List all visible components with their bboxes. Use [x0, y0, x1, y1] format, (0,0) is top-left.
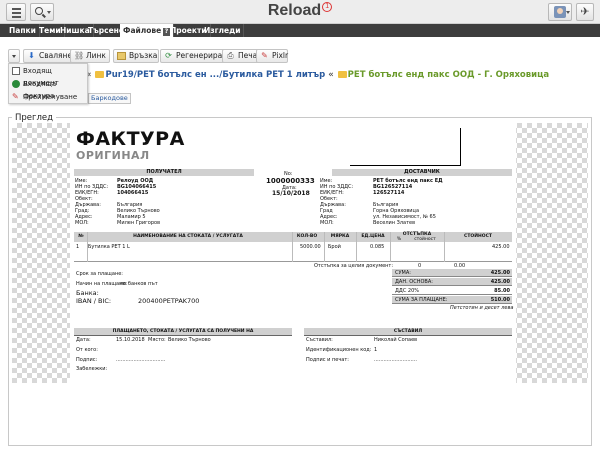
- summary-row: СУМА: 425.00: [392, 269, 512, 277]
- amount-in-words: Петстотин и десет лева: [450, 305, 514, 311]
- user-avatar-button[interactable]: [548, 3, 572, 21]
- pencil-icon: ✎: [12, 92, 19, 101]
- pixlr-button[interactable]: ✎ Pixlr: [256, 49, 288, 63]
- chevron-down-icon: [12, 55, 16, 58]
- summary-row: ДАН. ОСНОВА: 425.00: [392, 278, 512, 286]
- document-icon: [12, 67, 20, 75]
- chevron-down-icon: [566, 11, 570, 14]
- refresh-icon: ⟳: [165, 51, 172, 60]
- receipt-header: ПЛАЩАНЕТО, СТОКАТА / УСЛУГАТА СА ПОЛУЧЕН…: [74, 328, 292, 335]
- breadcrumb: « Pur19/PET ботълс ен .../Бутилка PET 1 …: [86, 70, 550, 80]
- notification-badge[interactable]: 1: [322, 2, 333, 12]
- pin-icon: ✈: [580, 5, 590, 18]
- main-nav: Папки Теми Нишка Търсене Файлове? Проект…: [0, 24, 600, 37]
- invoice-date: 15/10/2018: [272, 190, 310, 197]
- menu-item-incoming-invoice[interactable]: Входяща фактура: [9, 78, 87, 100]
- pin-button[interactable]: ✈: [576, 3, 594, 21]
- link-icon: ⛓: [74, 51, 85, 60]
- avatar: [554, 6, 566, 18]
- app-title: Reload 1: [0, 2, 600, 20]
- download-button[interactable]: ⬇ Сваляне: [23, 49, 77, 63]
- items-table-header: № НАИМЕНОВАНИЕ НА СТОКАТА / УСЛУГАТА КОЛ…: [74, 232, 512, 242]
- menu-item-incoming-document[interactable]: Входящ документ: [9, 65, 87, 87]
- link-button[interactable]: ⛓ Линк: [70, 49, 110, 63]
- recipient-header: ПОЛУЧАТЕЛ: [74, 169, 254, 176]
- actions-dropdown-button[interactable]: [8, 49, 20, 63]
- folder-icon: [95, 71, 105, 78]
- invoice-document: ФАКТУРА ОРИГИНАЛ ПОЛУЧАТЕЛ ДОСТАВЧИК No:…: [70, 123, 516, 383]
- table-row: 1 Бутилка PET 1 L 5000.00 Брой 0.085 425…: [74, 242, 512, 262]
- barcodes-button[interactable]: Баркодове: [88, 93, 131, 104]
- tab-files[interactable]: Файлове?: [120, 24, 174, 37]
- folder-link-icon: [117, 52, 126, 60]
- relation-button[interactable]: Връзка: [113, 49, 159, 63]
- invoice-title: ФАКТУРА: [76, 128, 185, 150]
- supplier-header: ДОСТАВЧИК: [332, 169, 512, 176]
- tab-folders[interactable]: Папки: [6, 24, 40, 37]
- folder-icon: [337, 71, 347, 78]
- breadcrumb-item-company[interactable]: PET ботълс енд пакс ООД - Г. Оряховица: [348, 70, 549, 80]
- pencil-icon: ✎: [261, 51, 268, 60]
- menu-item-rename[interactable]: ✎ Преименуване: [9, 91, 87, 103]
- invoice-icon: [12, 80, 20, 88]
- summary-row: СУМА ЗА ПЛАЩАНЕ: 510.00: [392, 296, 512, 304]
- breadcrumb-item-product[interactable]: /Бутилка PET 1 литър: [219, 70, 325, 80]
- actions-dropdown-menu: Входящ документ Входяща фактура ✎ Преимен…: [8, 63, 88, 104]
- preview-label: Преглед: [12, 113, 57, 123]
- summary-row: ДДС 20% 85.00: [392, 287, 512, 295]
- invoice-subtitle: ОРИГИНАЛ: [76, 149, 150, 162]
- iban-value: 200400PETPAK700: [138, 297, 200, 305]
- invoice-number: 1000000333: [266, 177, 315, 185]
- tab-views[interactable]: Изгледи: [201, 24, 245, 37]
- app-header: Reload 1 ✈: [0, 0, 600, 24]
- download-icon: ⬇: [28, 51, 35, 60]
- breadcrumb-item-project[interactable]: Pur19/PET ботълс ен ...: [105, 70, 219, 80]
- regenerate-button[interactable]: ⟳ Регенериране: [160, 49, 232, 63]
- print-button[interactable]: ⎙ Печат: [222, 49, 262, 63]
- print-icon: ⎙: [227, 51, 234, 60]
- composed-header: СЪСТАВИЛ: [304, 328, 512, 335]
- discount-label: Отстъпка за целия документ:: [314, 263, 394, 269]
